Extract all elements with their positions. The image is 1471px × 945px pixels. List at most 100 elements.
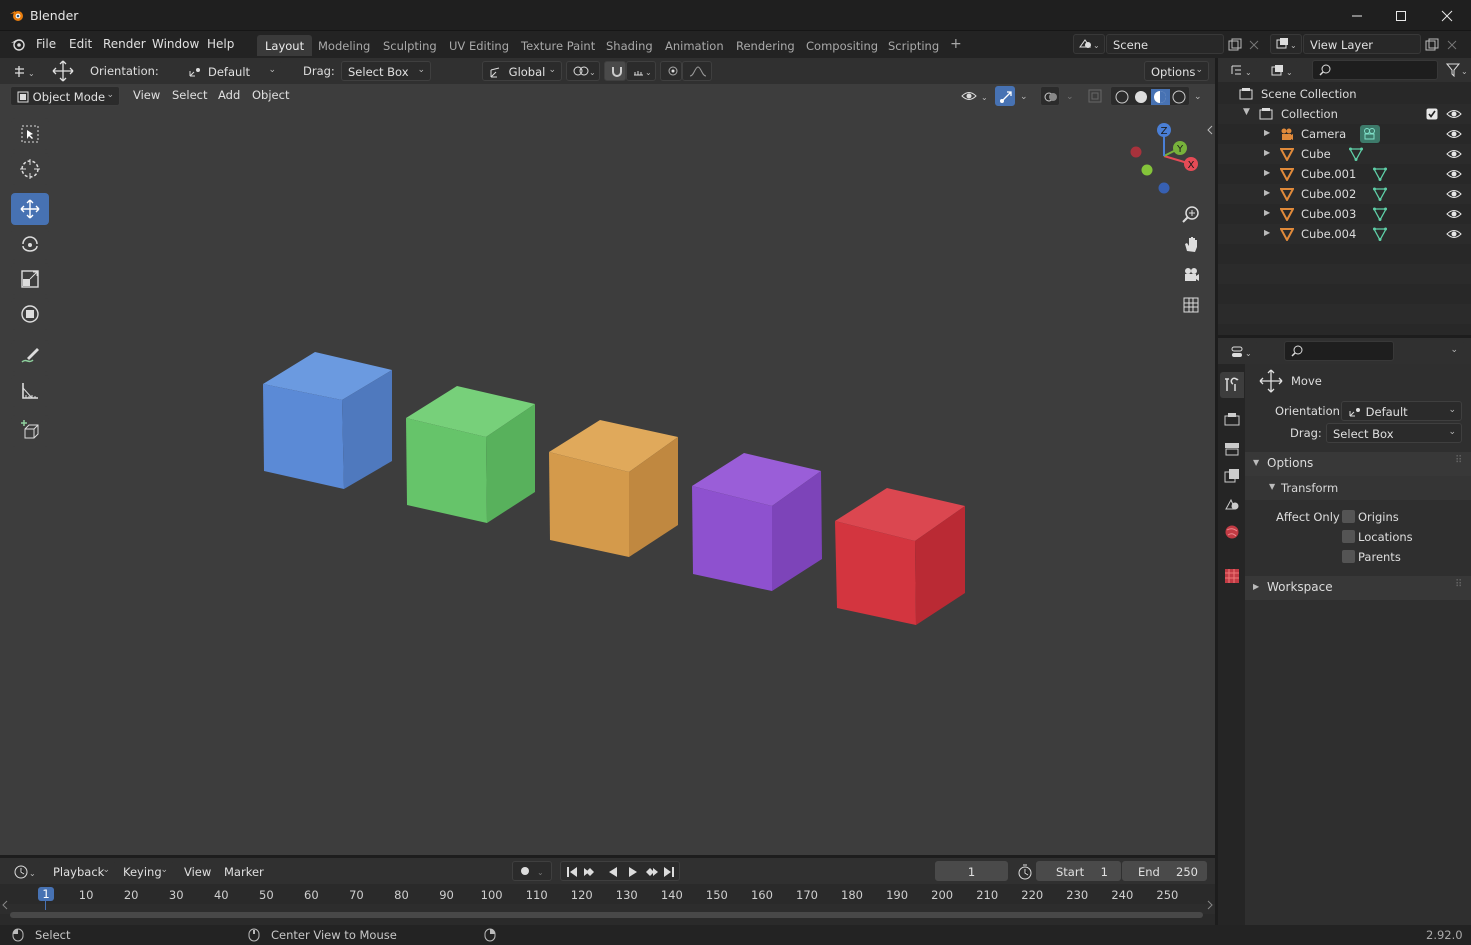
tab-layout[interactable]: Layout — [257, 35, 313, 56]
outliner-collection-row[interactable]: ▼ Collection — [1218, 104, 1471, 124]
outliner-object-row[interactable]: ▶ Cube.001 — [1218, 164, 1471, 184]
timeline-menu-view[interactable]: View — [177, 861, 218, 883]
display-mode-dropdown[interactable]: ⌄ — [1264, 60, 1298, 80]
outliner-object-row[interactable]: ▶ Camera — [1218, 124, 1471, 144]
solid-shading-icon[interactable] — [1135, 91, 1147, 103]
menu-file[interactable]: File — [36, 37, 56, 51]
tab-scripting[interactable]: Scripting — [880, 35, 947, 56]
gizmo-neg-x-dot[interactable] — [1130, 146, 1142, 158]
play-reverse-icon[interactable] — [609, 867, 617, 877]
overlays-toggle[interactable] — [1040, 86, 1060, 106]
eye-visibility-icon[interactable] — [1446, 168, 1462, 180]
sidebar-toggle-icon[interactable] — [1206, 124, 1214, 136]
outliner-editor-type-button[interactable]: ⌄ — [1224, 60, 1258, 80]
mesh-data-icon[interactable] — [1373, 207, 1387, 221]
proportional-editing-toggle[interactable] — [660, 61, 682, 81]
chevron-down-icon[interactable]: ⌄ — [1192, 90, 1204, 102]
menu-edit[interactable]: Edit — [69, 37, 92, 51]
timeline-scrollbar[interactable] — [10, 912, 1203, 918]
gizmo-neg-y-dot[interactable] — [1141, 164, 1153, 176]
transform-subpanel-header[interactable]: ▼ Transform — [1245, 476, 1471, 500]
viewport-menu-view[interactable]: View — [126, 84, 167, 106]
view-layer-properties-icon[interactable] — [1224, 468, 1240, 484]
expand-triangle-icon[interactable]: ▶ — [1264, 228, 1270, 237]
outliner-object-row[interactable]: ▶ Cube.004 — [1218, 224, 1471, 244]
eye-visibility-icon[interactable] — [1446, 188, 1462, 200]
tab-sculpting[interactable]: Sculpting — [375, 35, 445, 56]
scroll-left-arrow-icon[interactable] — [1, 900, 9, 910]
current-frame-marker[interactable]: 1 — [38, 887, 54, 901]
cube-object[interactable] — [263, 352, 392, 489]
expand-triangle-icon[interactable]: ▶ — [1264, 188, 1270, 197]
menu-window[interactable]: Window — [152, 37, 199, 51]
mesh-data-icon[interactable] — [1373, 187, 1387, 201]
outliner-object-row[interactable]: ▶ Cube.002 — [1218, 184, 1471, 204]
editor-type-button[interactable]: ⌄ — [7, 61, 41, 81]
viewport-menu-select[interactable]: Select — [165, 84, 214, 106]
jump-end-icon[interactable] — [664, 867, 674, 877]
move-tool-icon[interactable] — [51, 59, 75, 83]
expand-triangle-icon[interactable]: ▶ — [1264, 148, 1270, 157]
mesh-data-icon[interactable] — [1373, 167, 1387, 181]
pan-view-button[interactable] — [1178, 231, 1204, 257]
outliner-object-row[interactable]: ▶ Cube — [1218, 144, 1471, 164]
add-workspace-button[interactable]: + — [942, 35, 970, 56]
eye-visibility-icon[interactable] — [1446, 228, 1462, 240]
keying-menu[interactable]: Keying ⌄ — [116, 861, 174, 881]
cursor-tool[interactable] — [11, 153, 49, 185]
close-button[interactable] — [1424, 0, 1470, 31]
delete-scene-icon[interactable] — [1248, 39, 1260, 51]
tab-rendering[interactable]: Rendering — [728, 35, 803, 56]
play-icon[interactable] — [629, 867, 637, 877]
mesh-data-icon[interactable] — [1349, 147, 1363, 161]
maximize-button[interactable] — [1378, 0, 1424, 31]
eye-visibility-icon[interactable] — [1446, 128, 1462, 140]
parents-checkbox[interactable] — [1342, 550, 1355, 563]
navigation-gizmo[interactable]: X Y Z — [1120, 118, 1210, 208]
view-layer-name-field[interactable]: View Layer — [1303, 34, 1421, 54]
add-cube-tool[interactable] — [11, 415, 49, 447]
auto-keying-toggle[interactable]: ⌄ — [512, 861, 552, 881]
wireframe-shading-icon[interactable] — [1115, 90, 1129, 104]
minimize-button[interactable] — [1334, 0, 1380, 31]
tab-texture-paint[interactable]: Texture Paint — [513, 35, 603, 56]
outliner-search-input[interactable] — [1312, 60, 1438, 80]
rotate-tool[interactable] — [11, 228, 49, 260]
selectability-visibility-icon[interactable]: ⌄ — [960, 88, 990, 104]
scene-name-field[interactable]: Scene — [1106, 34, 1224, 54]
properties-search-input[interactable] — [1284, 341, 1394, 361]
render-properties-icon[interactable] — [1224, 412, 1240, 428]
next-keyframe-icon[interactable] — [646, 868, 658, 876]
exclude-checkbox-icon[interactable] — [1426, 108, 1438, 120]
locations-checkbox[interactable] — [1342, 530, 1355, 543]
stopwatch-icon[interactable] — [1017, 864, 1033, 880]
prop-drag-dropdown[interactable]: Select Box ⌄ — [1326, 423, 1462, 443]
tab-animation[interactable]: Animation — [657, 35, 732, 56]
delete-view-layer-icon[interactable] — [1446, 39, 1458, 51]
jump-start-icon[interactable] — [567, 867, 577, 877]
expand-triangle-icon[interactable]: ▶ — [1264, 208, 1270, 217]
expand-triangle-icon[interactable]: ▶ — [1264, 168, 1270, 177]
eye-visibility-icon[interactable] — [1446, 208, 1462, 220]
tab-compositing[interactable]: Compositing — [798, 35, 886, 56]
scene-browse-button[interactable]: ⌄ — [1073, 34, 1105, 54]
blender-menu-icon[interactable] — [10, 37, 26, 51]
viewport-menu-add[interactable]: Add — [211, 84, 247, 106]
origins-checkbox[interactable] — [1342, 510, 1355, 523]
proportional-falloff-dropdown[interactable] — [682, 61, 712, 81]
zoom-view-button[interactable] — [1178, 201, 1204, 227]
prop-orientation-dropdown[interactable]: Default ⌄ — [1341, 401, 1462, 421]
prev-keyframe-icon[interactable] — [584, 868, 594, 876]
transform-tool[interactable] — [11, 298, 49, 330]
annotate-tool[interactable] — [11, 340, 49, 372]
measure-tool[interactable] — [11, 375, 49, 407]
viewport-menu-object[interactable]: Object — [245, 84, 296, 106]
eye-visibility-icon[interactable] — [1446, 148, 1462, 160]
cube-001-object[interactable] — [406, 386, 535, 523]
eye-visibility-icon[interactable] — [1446, 108, 1462, 120]
snap-toggle[interactable] — [604, 61, 626, 81]
outliner-object-row[interactable]: ▶ Cube.003 — [1218, 204, 1471, 224]
drag-dropdown[interactable]: Select Box ⌄ — [341, 61, 431, 81]
xray-toggle-icon[interactable] — [1088, 89, 1102, 103]
properties-editor-type-button[interactable]: ⌄ — [1224, 341, 1258, 361]
